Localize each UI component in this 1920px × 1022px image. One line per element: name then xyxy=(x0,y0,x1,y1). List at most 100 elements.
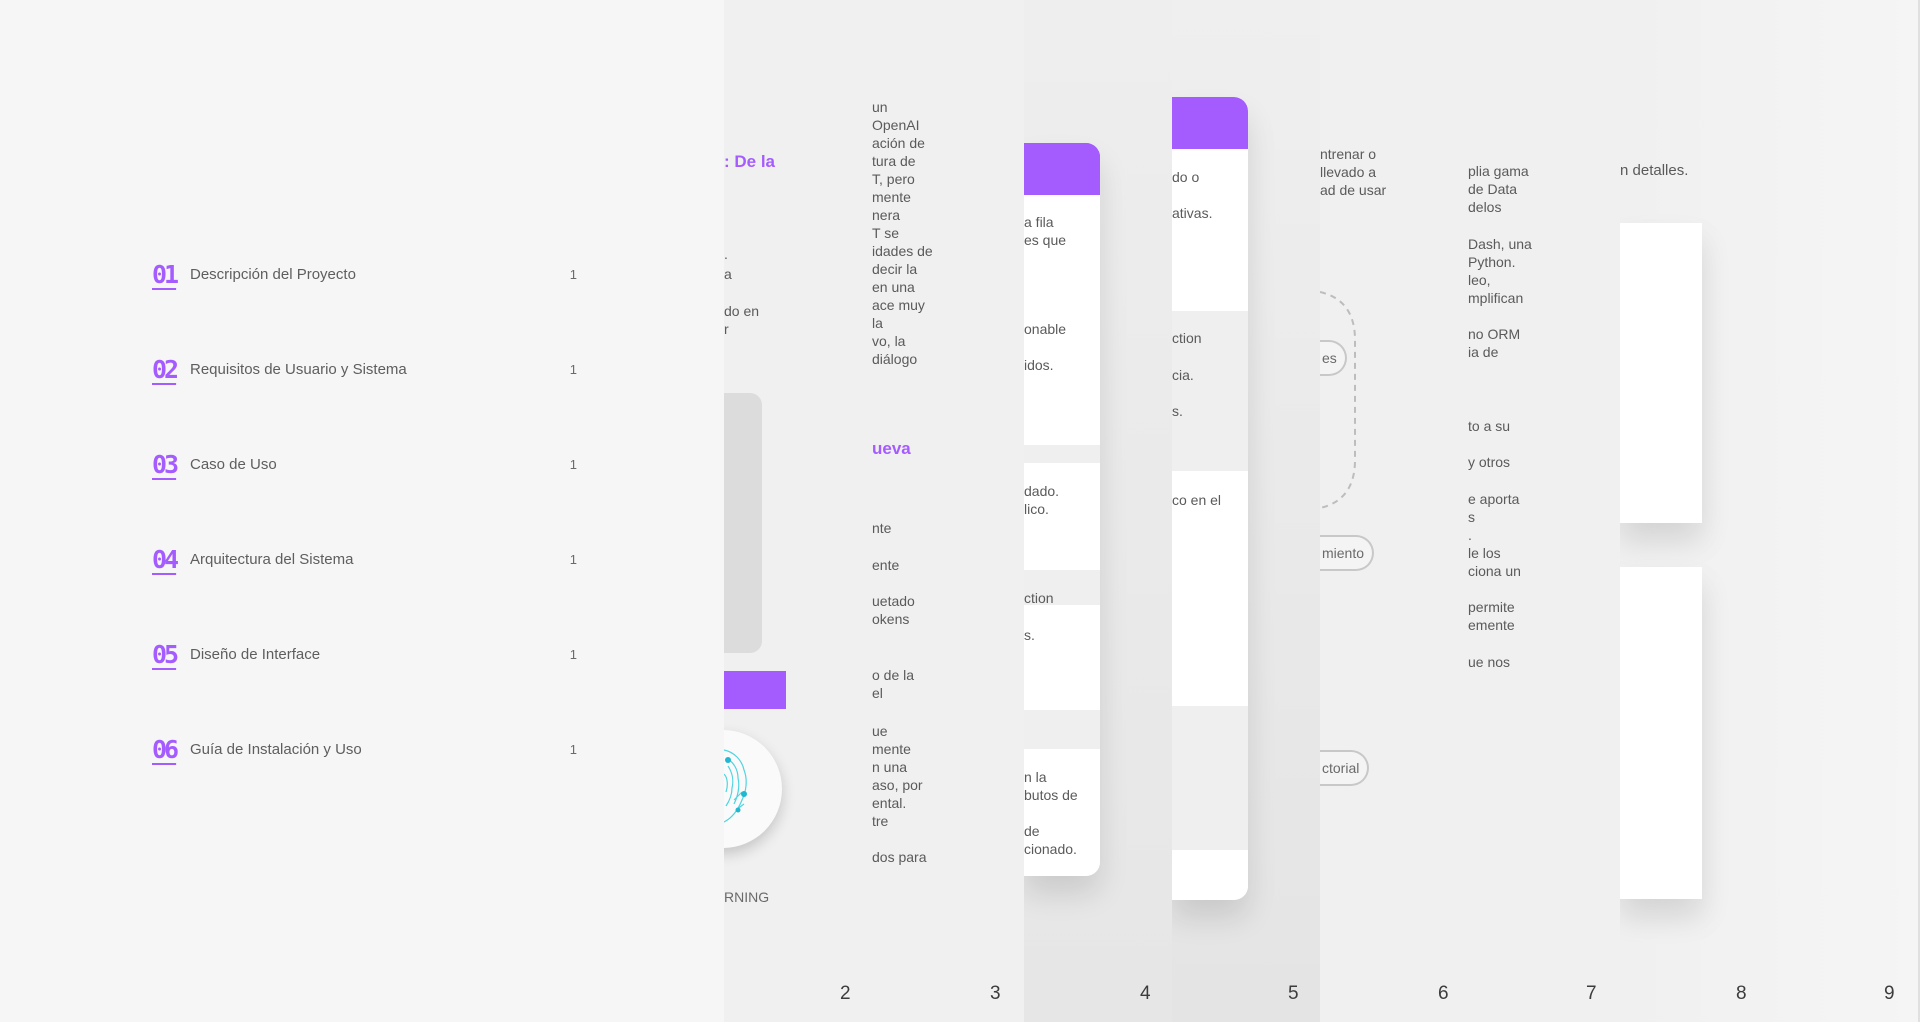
text-fragment: . xyxy=(724,246,728,262)
text-line: T, pero xyxy=(872,171,915,187)
flow-pill: ctorial xyxy=(1320,750,1370,786)
text-line: decir la xyxy=(872,261,918,277)
bracket-connector xyxy=(1320,291,1356,509)
page-number: 9 xyxy=(1884,983,1895,1004)
toc-number: 03 xyxy=(152,449,179,479)
text-line: ad de usar xyxy=(1320,182,1387,198)
text-line: nte xyxy=(872,520,892,536)
table-of-contents: 01 Descripción del Proyecto 1 02 Requisi… xyxy=(0,0,724,1022)
page-number: 8 xyxy=(1736,983,1747,1004)
text-line: tura de xyxy=(872,153,916,169)
text-line: no ORM xyxy=(1468,326,1521,342)
text-line: o de la xyxy=(872,667,915,683)
image-card xyxy=(1620,567,1702,899)
table-header-bar xyxy=(1024,143,1100,195)
text-line: Python. xyxy=(1468,254,1516,270)
text-line: s xyxy=(1468,509,1475,525)
page-strip-2: : De la . a do en r RNING xyxy=(724,0,856,1022)
text-line: n detalles. xyxy=(1620,162,1689,179)
text-line: OpenAI xyxy=(872,117,920,133)
cell-text: ction xyxy=(1172,330,1202,346)
toc-item-2[interactable]: 02 Requisitos de Usuario y Sistema 1 xyxy=(152,349,577,389)
cell-text: lico. xyxy=(1024,501,1049,517)
cell-text: de xyxy=(1024,823,1040,839)
text-line: mente xyxy=(872,189,911,205)
text-line: el xyxy=(872,685,883,701)
page-number: 2 xyxy=(840,983,851,1004)
text-line: llevado a xyxy=(1320,164,1377,180)
flow-pill: miento xyxy=(1320,535,1375,571)
cell-text: cia. xyxy=(1172,367,1194,383)
toc-number: 02 xyxy=(152,354,179,384)
page-number: 6 xyxy=(1438,983,1449,1004)
toc-number: 01 xyxy=(152,259,179,289)
toc-item-3[interactable]: 03 Caso de Uso 1 xyxy=(152,444,577,484)
text-line: idades de xyxy=(872,243,933,259)
cell-text: co en el xyxy=(1172,492,1222,508)
text-line: ación de xyxy=(872,135,925,151)
toc-number: 05 xyxy=(152,639,179,669)
image-card xyxy=(1620,223,1702,523)
text-line: ue xyxy=(872,723,888,739)
text-fragment: r xyxy=(724,321,729,337)
toc-page-number: 1 xyxy=(569,266,577,282)
toc-number: 04 xyxy=(152,544,179,574)
toc-item-4[interactable]: 04 Arquitectura del Sistema 1 xyxy=(152,539,577,579)
toc-item-5[interactable]: 05 Diseño de Interface 1 xyxy=(152,634,577,674)
text-line: ue nos xyxy=(1468,654,1511,670)
text-line: vo, la xyxy=(872,333,906,349)
text-fragment: do en xyxy=(724,303,760,319)
cell-text: a fila xyxy=(1024,214,1054,230)
cell-text: cionado. xyxy=(1024,841,1077,857)
text-line: Dash, una xyxy=(1468,236,1532,252)
text-line: okens xyxy=(872,611,910,627)
cell-text: ction xyxy=(1024,590,1054,606)
text-line: emente xyxy=(1468,617,1515,633)
text-line: diálogo xyxy=(872,351,918,367)
toc-page-number: 1 xyxy=(569,646,577,662)
text-line: en una xyxy=(872,279,915,295)
text-line: y otros xyxy=(1468,454,1511,470)
cell-text: dado. xyxy=(1024,483,1060,499)
text-line: plia gama xyxy=(1468,163,1529,179)
cell-text: es que xyxy=(1024,232,1067,248)
text-line: mente xyxy=(872,741,911,757)
cell-text: onable xyxy=(1024,321,1067,337)
text-line: uetado xyxy=(872,593,915,609)
table-header xyxy=(1172,97,1248,149)
toc-title: Descripción del Proyecto xyxy=(190,265,356,283)
text-line: T se xyxy=(872,225,899,241)
page-strip-3: un OpenAI ación de tura de T, pero mente… xyxy=(856,0,1024,1022)
page-number: 5 xyxy=(1288,983,1299,1004)
toc-page-number: 1 xyxy=(569,741,577,757)
text-line: ental. xyxy=(872,795,907,811)
text-line: ace muy xyxy=(872,297,925,313)
image-placeholder xyxy=(724,393,762,653)
cell-text: n la xyxy=(1024,769,1047,785)
text-line: ia de xyxy=(1468,344,1499,360)
text-line: nera xyxy=(872,207,901,223)
logo-caption: RNING xyxy=(724,889,770,905)
text-line: . xyxy=(1468,527,1472,543)
toc-page-number: 1 xyxy=(569,361,577,377)
table-row xyxy=(1024,605,1100,710)
toc-title: Guía de Instalación y Uso xyxy=(190,740,362,758)
accent-bar xyxy=(724,671,786,709)
text-line: to a su xyxy=(1468,418,1511,434)
ai-logo-circle xyxy=(724,730,782,848)
toc-page-number: 1 xyxy=(569,551,577,567)
text-line: delos xyxy=(1468,199,1502,215)
toc-item-1[interactable]: 01 Descripción del Proyecto 1 xyxy=(152,254,577,294)
toc-title: Diseño de Interface xyxy=(190,645,321,663)
cell-text: butos de xyxy=(1024,787,1078,803)
text-line: la xyxy=(872,315,883,331)
circuit-brain-icon xyxy=(724,749,747,823)
text-line: ntrenar o xyxy=(1320,146,1377,162)
text-line: ente xyxy=(872,557,900,573)
toc-item-6[interactable]: 06 Guía de Instalación y Uso 1 xyxy=(152,729,577,769)
toc-title: Requisitos de Usuario y Sistema xyxy=(190,360,407,378)
text-fragment: a xyxy=(724,266,732,282)
toc-page-number: 1 xyxy=(569,456,577,472)
text-line: de Data xyxy=(1468,181,1518,197)
toc-title: Caso de Uso xyxy=(190,455,277,473)
